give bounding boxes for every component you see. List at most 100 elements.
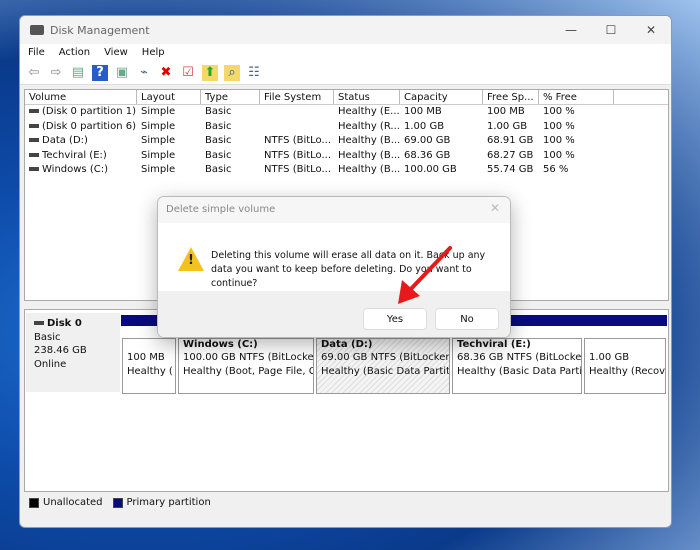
volume-cell: Simple bbox=[137, 163, 201, 178]
volume-cell-text: 55.74 GB bbox=[487, 164, 534, 176]
partition-status: Healthy (Recove bbox=[589, 366, 666, 377]
partition-status: Healthy (Boot, Page File, Cr bbox=[183, 366, 314, 377]
unallocated-swatch bbox=[29, 497, 39, 508]
volume-cell: (Disk 0 partition 6) bbox=[25, 120, 137, 135]
volume-cell: 68.27 GB bbox=[483, 149, 539, 164]
volume-cell-text: Basic bbox=[205, 164, 232, 176]
volume-cell: Basic bbox=[201, 120, 260, 135]
primary-partition-swatch bbox=[112, 497, 123, 508]
column-percent-free[interactable]: % Free bbox=[539, 90, 614, 104]
volume-row[interactable]: Data (D:) Simple Basic NTFS (BitLo... Health… bbox=[25, 134, 668, 149]
maximize-button[interactable]: ☐ bbox=[591, 16, 631, 44]
partition-size: 69.00 GB NTFS (BitLocker E bbox=[321, 352, 450, 363]
volume-cell: Basic bbox=[201, 149, 260, 164]
dialog-title: Delete simple volume bbox=[158, 197, 510, 223]
volume-icon bbox=[29, 123, 39, 128]
partition-box: Data (D:) 69.00 GB NTFS (BitLocker E Healt… bbox=[316, 338, 450, 394]
volume-cell-text: Basic bbox=[205, 135, 232, 147]
volume-cell: Healthy (R... bbox=[334, 120, 400, 135]
partition-name: Data (D:) bbox=[321, 339, 373, 350]
column-layout[interactable]: Layout bbox=[137, 90, 201, 104]
connect-icon[interactable]: ⌁ bbox=[136, 65, 152, 81]
disk-management-icon bbox=[30, 25, 44, 35]
partition-status: Healthy ( bbox=[127, 366, 173, 377]
partition-name: Techviral (E:) bbox=[457, 339, 531, 350]
menu-view[interactable]: View bbox=[104, 47, 128, 58]
volume-cell-text: (Disk 0 partition 6) bbox=[42, 120, 136, 132]
volume-cell: 100 % bbox=[539, 120, 614, 135]
column-status[interactable]: Status bbox=[334, 90, 400, 104]
partition-box: 1.00 GB Healthy (Recove bbox=[584, 338, 666, 394]
volume-cell-text: Healthy (E... bbox=[338, 106, 400, 117]
volume-list-header: Volume Layout Type File System Status Ca… bbox=[25, 90, 668, 105]
volume-cell-text: 100 % bbox=[543, 120, 575, 132]
volume-cell-text: NTFS (BitLo... bbox=[264, 149, 332, 161]
back-icon[interactable]: ⇦ bbox=[26, 65, 42, 81]
close-button[interactable]: ✕ bbox=[631, 16, 671, 44]
volume-row[interactable]: Techviral (E:) Simple Basic NTFS (BitLo... H… bbox=[25, 149, 668, 164]
volume-cell: Techviral (E:) bbox=[25, 149, 137, 164]
volume-icon bbox=[29, 138, 39, 143]
volume-row[interactable]: (Disk 0 partition 6) Simple Basic Healthy (… bbox=[25, 120, 668, 135]
volume-cell: 55.74 GB bbox=[483, 163, 539, 178]
properties-icon[interactable]: ☑ bbox=[180, 65, 196, 81]
volume-cell: 100 % bbox=[539, 134, 614, 149]
volume-cell: 100 % bbox=[539, 149, 614, 164]
menu-help[interactable]: Help bbox=[142, 47, 165, 58]
volume-cell-text: Windows (C:) bbox=[42, 164, 108, 176]
column-free-space[interactable]: Free Sp... bbox=[483, 90, 539, 104]
volume-cell: 100 MB bbox=[483, 105, 539, 120]
volume-row[interactable]: (Disk 0 partition 1) Simple Basic Healthy (… bbox=[25, 105, 668, 120]
disk-name: Disk 0 bbox=[47, 318, 82, 329]
volume-cell-text: 100 MB bbox=[487, 106, 525, 117]
yes-button[interactable]: Yes bbox=[363, 308, 427, 330]
menu-action[interactable]: Action bbox=[59, 47, 90, 58]
partition-box: 100 MB Healthy ( bbox=[122, 338, 176, 394]
column-capacity[interactable]: Capacity bbox=[400, 90, 483, 104]
partition-status: Healthy (Basic Data Partitic bbox=[457, 366, 582, 377]
volume-cell: 1.00 GB bbox=[400, 120, 483, 135]
partition-bar bbox=[583, 315, 667, 326]
explore-icon[interactable]: ⌕ bbox=[224, 64, 240, 81]
open-folder-icon[interactable]: ⬆ bbox=[202, 64, 218, 81]
volume-cell: Simple bbox=[137, 105, 201, 120]
volume-cell: NTFS (BitLo... bbox=[260, 134, 334, 149]
volume-row[interactable]: Windows (C:) Simple Basic NTFS (BitLo... Hea… bbox=[25, 163, 668, 178]
volume-cell: 69.00 GB bbox=[400, 134, 483, 149]
volume-cell: Windows (C:) bbox=[25, 163, 137, 178]
no-button[interactable]: No bbox=[435, 308, 499, 330]
volume-cell-text: 100 MB bbox=[404, 106, 442, 117]
partition-name: Windows (C:) bbox=[183, 339, 258, 350]
volume-cell-text: Healthy (B... bbox=[338, 135, 400, 147]
help-icon[interactable]: ? bbox=[92, 64, 108, 81]
volume-icon bbox=[29, 167, 39, 172]
console-tree-icon[interactable]: ▤ bbox=[70, 65, 86, 81]
column-type[interactable]: Type bbox=[201, 90, 260, 104]
volume-cell-text: Simple bbox=[141, 135, 176, 147]
menu-file[interactable]: File bbox=[28, 47, 45, 58]
partition-size: 100 MB bbox=[127, 352, 165, 363]
disk-0-label[interactable]: Disk 0 Basic 238.46 GB Online bbox=[26, 313, 120, 392]
volume-cell: Healthy (E... bbox=[334, 105, 400, 120]
volume-cell: Data (D:) bbox=[25, 134, 137, 149]
volume-cell: 68.36 GB bbox=[400, 149, 483, 164]
column-file-system[interactable]: File System bbox=[260, 90, 334, 104]
delete-icon[interactable]: ✖ bbox=[158, 65, 174, 81]
settings-list-icon[interactable]: ☷ bbox=[246, 65, 262, 81]
volume-cell-text: Basic bbox=[205, 106, 232, 117]
volume-cell-text: Simple bbox=[141, 164, 176, 176]
column-volume[interactable]: Volume bbox=[25, 90, 137, 104]
disk-size: 238.46 GB bbox=[34, 345, 87, 356]
volume-cell-text: 68.36 GB bbox=[404, 149, 451, 161]
volume-cell-text: 100 % bbox=[543, 106, 575, 117]
forward-icon[interactable]: ⇨ bbox=[48, 65, 64, 81]
action-pane-icon[interactable]: ▣ bbox=[114, 65, 130, 81]
volume-cell-text: Techviral (E:) bbox=[42, 149, 107, 161]
partition-5[interactable]: 1.00 GB Healthy (Recove bbox=[583, 315, 667, 397]
volume-icon bbox=[29, 109, 39, 113]
volume-cell-text: (Disk 0 partition 1) bbox=[42, 106, 136, 117]
minimize-button[interactable]: — bbox=[551, 16, 591, 44]
legend-primary-partition: Primary partition bbox=[126, 497, 211, 508]
disk-state: Online bbox=[34, 358, 67, 370]
dialog-close-button[interactable]: ✕ bbox=[490, 201, 500, 215]
